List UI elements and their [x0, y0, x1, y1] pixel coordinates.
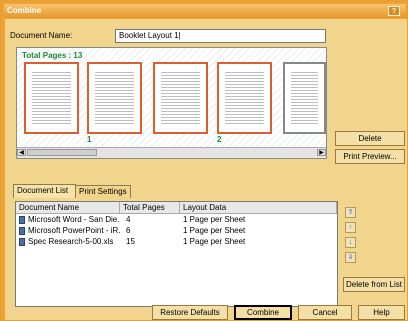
delete-button[interactable]: Delete: [335, 131, 405, 146]
tab-print-settings[interactable]: Print Settings: [75, 185, 131, 198]
preview-page[interactable]: [153, 62, 208, 134]
row-layout: 1 Page per Sheet: [183, 226, 246, 235]
total-pages-label: Total Pages : 13: [22, 51, 83, 60]
preview-page[interactable]: [283, 62, 326, 134]
move-to-top-icon[interactable]: ⇑: [345, 207, 356, 218]
document-icon: [19, 216, 25, 224]
preview-horizontal-scrollbar[interactable]: ◀ ▶: [17, 147, 326, 158]
cancel-button[interactable]: Cancel: [298, 305, 352, 320]
help-title-button[interactable]: ?: [388, 6, 400, 16]
row-pages: 6: [126, 226, 131, 235]
delete-from-list-button[interactable]: Delete from List: [343, 277, 405, 292]
document-icon: [19, 227, 25, 235]
page-number: 1: [87, 135, 92, 144]
combine-button[interactable]: Combine: [234, 305, 292, 320]
print-preview-button[interactable]: Print Preview...: [335, 149, 405, 164]
document-icon: [19, 238, 25, 246]
page-number: 2: [217, 135, 222, 144]
row-layout: 1 Page per Sheet: [183, 215, 246, 224]
combine-dialog: Combine ? Document Name: Booklet Layout …: [0, 0, 408, 321]
row-name: Microsoft Word - San Die...: [28, 215, 120, 224]
title-bar: Combine ?: [4, 4, 406, 18]
row-layout: 1 Page per Sheet: [183, 237, 246, 246]
document-list[interactable]: Document Name Total Pages Layout Data Mi…: [15, 201, 338, 307]
row-pages: 4: [126, 215, 131, 224]
table-row[interactable]: Microsoft Word - San Die... 4 1 Page per…: [16, 215, 336, 225]
document-name-label: Document Name:: [10, 31, 73, 40]
help-button[interactable]: Help: [358, 305, 405, 320]
tab-document-list[interactable]: Document List: [13, 184, 76, 198]
preview-page[interactable]: [24, 62, 79, 134]
column-header-document-name[interactable]: Document Name: [16, 202, 120, 214]
column-header-total-pages[interactable]: Total Pages: [120, 202, 180, 214]
preview-page[interactable]: [217, 62, 272, 134]
row-pages: 15: [126, 237, 135, 246]
dialog-body: Document Name: Booklet Layout 1| Total P…: [5, 19, 407, 320]
scroll-thumb[interactable]: [27, 149, 97, 156]
row-name: Microsoft PowerPoint - iR...: [28, 226, 120, 235]
table-row[interactable]: Spec Research-5-00.xls 15 1 Page per She…: [16, 237, 336, 247]
table-row[interactable]: Microsoft PowerPoint - iR... 6 1 Page pe…: [16, 226, 336, 236]
move-up-icon[interactable]: ↑: [345, 222, 356, 233]
document-name-input[interactable]: Booklet Layout 1|: [115, 29, 326, 43]
page-preview-area[interactable]: Total Pages : 13 1 2 ◀ ▶: [16, 47, 327, 159]
scroll-left-icon[interactable]: ◀: [17, 149, 26, 156]
column-header-layout-data[interactable]: Layout Data: [180, 202, 337, 214]
move-to-bottom-icon[interactable]: ⇓: [345, 252, 356, 263]
row-name: Spec Research-5-00.xls: [28, 237, 114, 246]
preview-page[interactable]: [87, 62, 142, 134]
move-down-icon[interactable]: ↓: [345, 237, 356, 248]
scroll-right-icon[interactable]: ▶: [317, 149, 326, 156]
restore-defaults-button[interactable]: Restore Defaults: [152, 305, 228, 320]
window-title: Combine: [7, 6, 42, 15]
